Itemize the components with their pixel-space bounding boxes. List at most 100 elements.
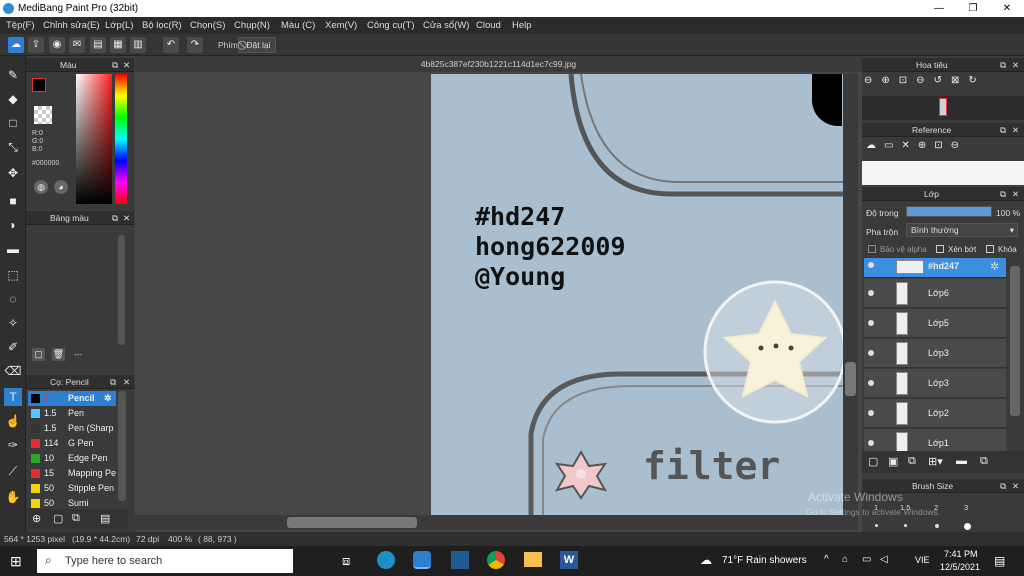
notification-icon[interactable]: ▤ — [994, 554, 1005, 568]
eraser-tool-icon[interactable]: ◆ — [4, 90, 22, 108]
minimize-button[interactable]: — — [922, 0, 956, 17]
cloud-icon[interactable]: ☁ — [8, 37, 24, 53]
chevron-up-icon[interactable]: ^ — [824, 554, 829, 565]
task-view-icon[interactable]: ⧈ — [342, 553, 350, 569]
word-icon[interactable]: W — [560, 551, 578, 569]
close-panel-icon[interactable]: ✕ — [123, 375, 130, 389]
layer-visibility-icon[interactable] — [868, 262, 874, 268]
text-tool-icon[interactable]: T — [4, 388, 22, 406]
share-icon[interactable]: ⇪ — [28, 37, 44, 53]
document-tab[interactable]: 4b825c387ef230b1221c114d1ec7c99.jpg — [135, 56, 862, 72]
layer-visibility-icon[interactable] — [868, 440, 874, 446]
move-tool-icon[interactable]: ✥ — [4, 164, 22, 182]
select-eraser-tool-icon[interactable]: ⌫ — [4, 362, 22, 380]
close-panel-icon[interactable]: ✕ — [123, 58, 130, 72]
brush-item[interactable]: 50 Stipple Pen — [28, 481, 116, 496]
close-panel-icon[interactable]: ✕ — [1012, 58, 1019, 72]
menu-help[interactable]: Help — [512, 20, 532, 31]
layer-row[interactable]: #hd247 ✲ — [864, 258, 1006, 278]
page-icon[interactable]: ▤ — [90, 37, 106, 53]
layer-visibility-icon[interactable] — [868, 380, 874, 386]
language-indicator[interactable]: VIE — [915, 555, 930, 565]
zoom-out-icon[interactable]: ⊖ — [864, 75, 881, 86]
menu-view[interactable]: Xem(V) — [325, 20, 357, 31]
layer-visibility-icon[interactable] — [868, 290, 874, 296]
navigator-preview[interactable] — [862, 96, 1024, 120]
horizontal-scroll-thumb[interactable] — [287, 517, 417, 528]
new-halftone-layer-icon[interactable]: ▣ — [888, 455, 898, 468]
layer-menu-icon[interactable]: ⊞▾ — [928, 455, 943, 468]
undock-icon[interactable]: ⧉ — [112, 211, 118, 225]
vertical-scroll-thumb[interactable] — [845, 362, 856, 396]
protect-alpha-checkbox[interactable] — [868, 245, 876, 253]
clock-time[interactable]: 7:41 PM — [944, 549, 978, 559]
rotate-left-icon[interactable]: ↺ — [934, 75, 951, 86]
horizontal-scrollbar[interactable] — [135, 515, 858, 530]
zoom-in-icon[interactable]: ⊕ — [881, 75, 898, 86]
layer-row[interactable]: Lớp3 — [864, 339, 1006, 368]
undo-button[interactable]: ↶ — [163, 37, 179, 53]
brush-item[interactable]: 1.5 Pen (Sharp — [28, 421, 116, 436]
maximize-button[interactable]: ❐ — [956, 0, 990, 17]
reset-button[interactable]: ⃠ Đặt lại — [238, 37, 277, 53]
clipping-checkbox[interactable] — [936, 245, 944, 253]
brush-scrollbar[interactable] — [118, 391, 126, 501]
battery-icon[interactable]: ▭ — [862, 554, 871, 565]
palette-scrollbar[interactable] — [118, 235, 125, 345]
menu-edit[interactable]: Chỉnh sửa(E) — [43, 20, 100, 31]
close-button[interactable]: ✕ — [990, 0, 1024, 17]
chat-icon[interactable]: ✉ — [69, 37, 85, 53]
file-explorer-icon[interactable] — [524, 552, 542, 567]
close-panel-icon[interactable]: ✕ — [1012, 187, 1019, 201]
undock-icon[interactable]: ⧉ — [112, 58, 118, 72]
ref-zoom-out-icon[interactable]: ⊖ — [951, 140, 967, 151]
brush-item[interactable]: 114 G Pen — [28, 436, 116, 451]
layer-scrollbar[interactable] — [1008, 258, 1022, 450]
brush-tool-icon[interactable]: ✎ — [4, 66, 22, 84]
menu-filter[interactable]: Bộ lọc(R) — [142, 20, 182, 31]
delete-palette-icon[interactable]: 🗑 — [52, 348, 65, 361]
undock-icon[interactable]: ⧉ — [1000, 58, 1006, 72]
dot-tool-icon[interactable]: ⤡ — [4, 138, 22, 156]
grid-icon[interactable]: ▦ — [110, 37, 126, 53]
vertical-scrollbar[interactable] — [843, 74, 858, 515]
cloud-upload-icon[interactable]: ☁ — [866, 140, 884, 151]
rotate-right-icon[interactable]: ↻ — [968, 75, 985, 86]
document-canvas[interactable]: #hd247 hong622009 @Young filter — [431, 74, 843, 515]
select-pen-tool-icon[interactable]: ✐ — [4, 338, 22, 356]
transparent-swatch[interactable] — [34, 106, 52, 124]
comment-icon[interactable]: ◉ — [49, 37, 65, 53]
layer-row[interactable]: Lớp3 — [864, 369, 1006, 398]
layer-settings-gear-icon[interactable]: ✲ — [990, 260, 999, 273]
clock-date[interactable]: 12/5/2021 — [940, 562, 980, 572]
select-rect-tool-icon[interactable]: ⬚ — [4, 266, 22, 284]
panels-icon[interactable]: ▥ — [130, 37, 146, 53]
windows-start-icon[interactable]: ⊞ — [10, 553, 22, 570]
undock-icon[interactable]: ⧉ — [110, 375, 116, 389]
palette-icon[interactable]: ◍ — [34, 180, 48, 194]
menu-file[interactable]: Tệp(F) — [6, 20, 35, 31]
hue-slider[interactable] — [115, 74, 127, 204]
gradient-tool-icon[interactable]: ▬ — [4, 240, 22, 258]
close-ref-icon[interactable]: ✕ — [901, 140, 917, 151]
magic-wand-tool-icon[interactable]: ✧ — [4, 314, 22, 332]
add-brush-icon[interactable]: ⊕ — [32, 512, 41, 525]
merge-layer-icon[interactable]: ⧉ — [980, 455, 988, 468]
layer-visibility-icon[interactable] — [868, 320, 874, 326]
edge-icon[interactable] — [377, 551, 395, 569]
brush-item[interactable]: 7 Pencil ✲ — [28, 391, 116, 406]
network-icon[interactable]: ⌂ — [842, 554, 848, 565]
layer-row[interactable]: Lớp5 — [864, 309, 1006, 338]
photos-icon[interactable] — [451, 551, 469, 569]
brush-item[interactable]: 10 Edge Pen — [28, 451, 116, 466]
folder-icon[interactable]: ▬ — [956, 455, 967, 467]
brush-settings-icon[interactable]: ⧉ — [72, 512, 80, 525]
duplicate-layer-icon[interactable]: ⧉ — [908, 455, 916, 468]
lock-checkbox[interactable] — [986, 245, 994, 253]
new-palette-icon[interactable]: ▢ — [32, 348, 45, 361]
close-panel-icon[interactable]: ✕ — [1012, 479, 1019, 493]
lasso-tool-icon[interactable]: ◌ — [4, 290, 22, 308]
brush-settings-gear-icon[interactable]: ✲ — [104, 391, 112, 406]
folder-icon[interactable]: ▭ — [884, 140, 901, 151]
color-wheel-icon[interactable]: ◕ — [54, 180, 68, 194]
